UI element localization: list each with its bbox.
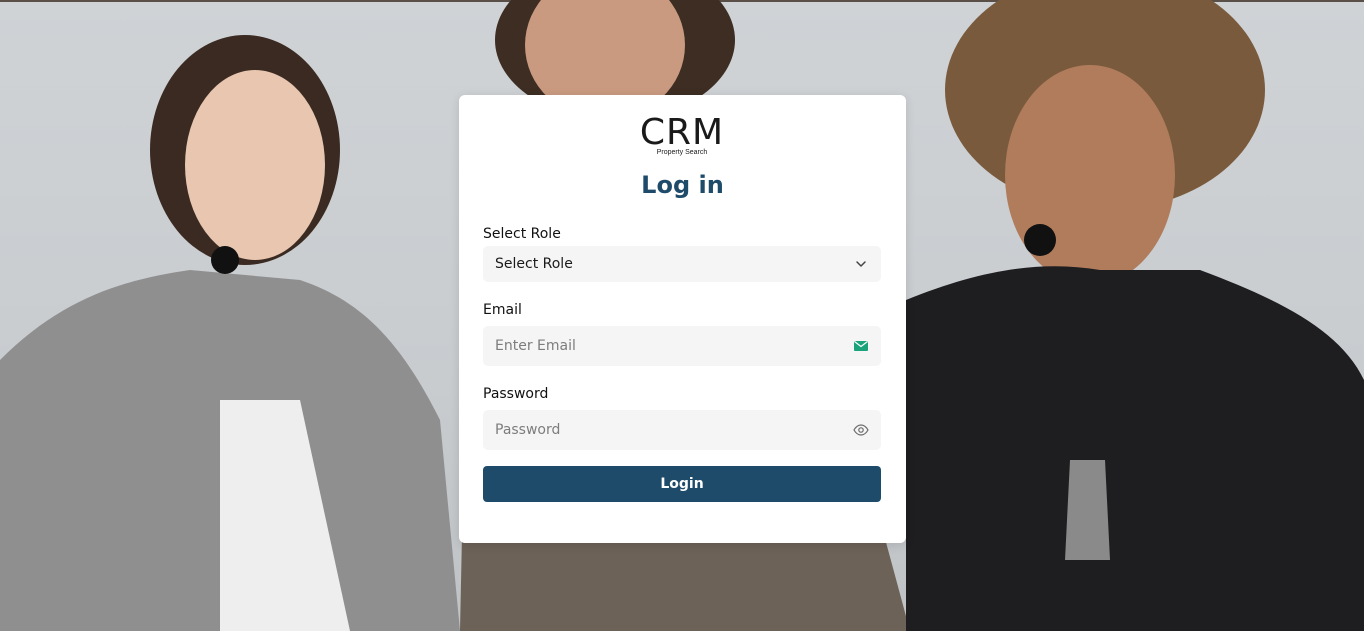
email-field-container (483, 326, 881, 366)
role-select[interactable]: Select Role (483, 246, 881, 282)
eye-icon[interactable] (853, 422, 869, 438)
logo-subtitle: Property Search (656, 149, 708, 156)
email-label: Email (483, 302, 522, 318)
page-title: Log in (641, 171, 724, 199)
password-label: Password (483, 386, 549, 402)
role-label: Select Role (483, 226, 561, 242)
chevron-down-icon (856, 261, 866, 267)
crm-logo: CRM Property Search (635, 113, 729, 159)
email-input[interactable] (483, 326, 835, 366)
logo-text: CRM (639, 112, 725, 153)
login-button[interactable]: Login (483, 466, 881, 502)
password-field-container (483, 410, 881, 450)
password-input[interactable] (483, 410, 835, 450)
role-selected-value: Select Role (495, 256, 573, 272)
mail-icon (854, 341, 868, 351)
login-card: CRM Property Search Log in Select Role S… (459, 95, 906, 543)
